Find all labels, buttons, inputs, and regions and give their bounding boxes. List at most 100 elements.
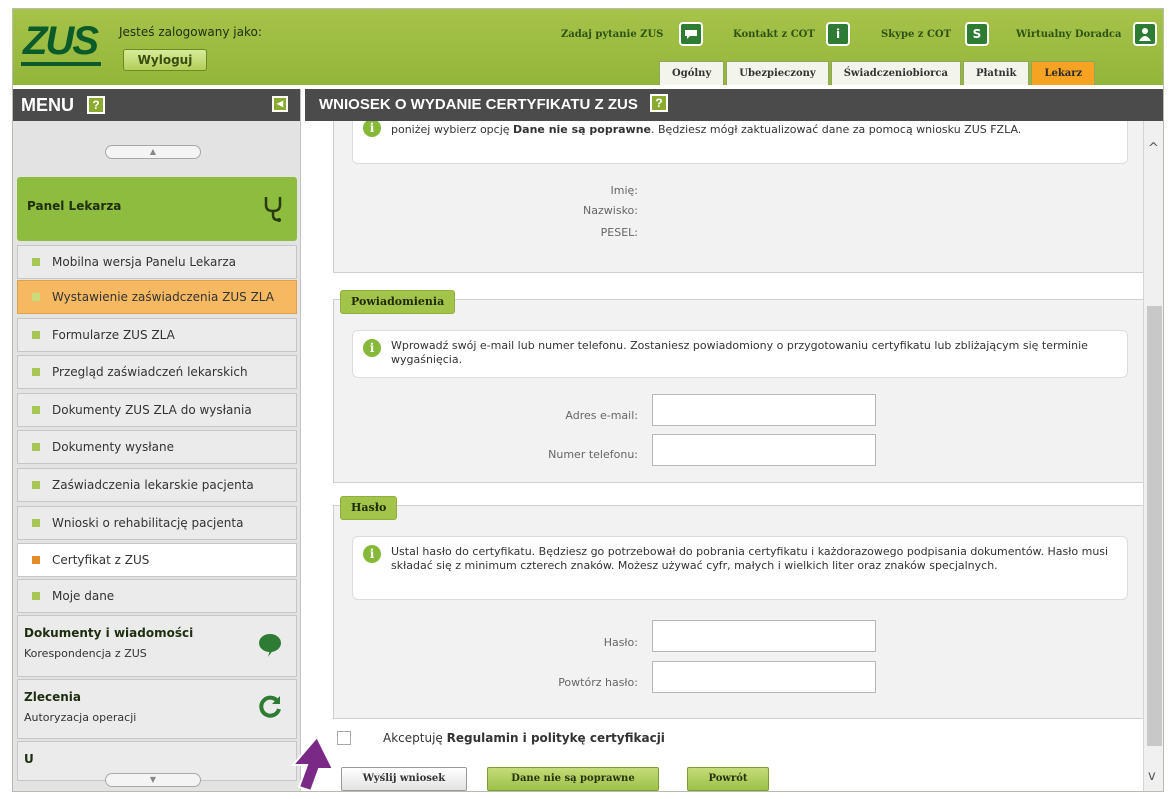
- send-request-button[interactable]: Wyślij wniosek: [341, 767, 467, 791]
- page-help-icon[interactable]: ?: [650, 94, 669, 112]
- first-name-label: Imię:: [610, 184, 639, 197]
- accept-terms-label[interactable]: Akceptuję Regulamin i politykę certyfika…: [383, 731, 665, 745]
- logo-underline: [21, 62, 101, 66]
- bullet-icon: [32, 258, 40, 266]
- back-button[interactable]: Powrót: [687, 767, 769, 791]
- data-not-correct-button[interactable]: Dane nie są poprawne: [487, 767, 659, 791]
- user-icon[interactable]: [1133, 22, 1157, 46]
- panel-title: Panel Lekarza: [27, 199, 122, 213]
- sidebar-item-review-certificates[interactable]: Przegląd zaświadczeń lekarskich: [17, 355, 297, 389]
- tab-platnik[interactable]: Płatnik: [962, 61, 1030, 85]
- bullet-icon: [32, 592, 40, 600]
- sidebar-item-label: Moje dane: [52, 589, 115, 603]
- repeat-password-input[interactable]: [652, 661, 876, 693]
- tab-lekarz[interactable]: Lekarz: [1031, 61, 1096, 85]
- tab-ubezpieczony[interactable]: Ubezpieczony: [726, 61, 829, 85]
- page-title-bar: WNIOSEK O WYDANIE CERTYFIKATU Z ZUS ?: [305, 89, 1163, 121]
- bullet-icon: [32, 481, 40, 489]
- header-bar: ZUS Jesteś zalogowany jako: Wyloguj Zada…: [13, 9, 1163, 85]
- main-content: i poniżej wybierz opcję Dane nie są popr…: [305, 121, 1143, 791]
- info-icon: i: [363, 339, 381, 357]
- section-documents-messages[interactable]: Dokumenty i wiadomości Korespondencja z …: [17, 615, 297, 677]
- info-icon: i: [363, 121, 381, 137]
- sidebar-item-label: Dokumenty ZUS ZLA do wysłania: [52, 403, 252, 417]
- sidebar-item-patient-certificates[interactable]: Zaświadczenia lekarskie pacjenta: [17, 468, 297, 502]
- ask-zus-link[interactable]: Zadaj pytanie ZUS: [561, 29, 663, 40]
- accept-terms-checkbox[interactable]: [337, 731, 351, 745]
- tab-swiadczeniobiorca[interactable]: Świadczeniobiorca: [830, 61, 961, 85]
- contact-cot-link[interactable]: Kontakt z COT: [733, 29, 815, 40]
- password-legend: Hasło: [340, 496, 398, 520]
- sidebar-scroll-down-button[interactable]: ▼: [105, 773, 201, 787]
- email-input[interactable]: [652, 394, 876, 426]
- sidebar: MENU ? ◀ ▲ Panel Lekarza Mobilna wersja …: [13, 89, 301, 791]
- chat-bubble-icon[interactable]: [679, 22, 703, 46]
- sidebar-item-docs-to-send[interactable]: Dokumenty ZUS ZLA do wysłania: [17, 393, 297, 427]
- personal-data-info: i poniżej wybierz opcję Dane nie są popr…: [352, 121, 1128, 164]
- speech-bubble-icon: [258, 632, 282, 664]
- skype-cot-link[interactable]: Skype z COT: [881, 29, 951, 40]
- section-subtitle: Autoryzacja operacji: [24, 711, 137, 724]
- tab-ogolny[interactable]: Ogólny: [659, 61, 725, 85]
- app-window: ZUS Jesteś zalogowany jako: Wyloguj Zada…: [12, 8, 1164, 792]
- sidebar-item-label: Mobilna wersja Panelu Lekarza: [52, 255, 236, 269]
- password-fieldset: Hasło i Ustal hasło do certyfikatu. Będz…: [333, 496, 1143, 719]
- scroll-up-arrow-icon[interactable]: ^: [1148, 141, 1159, 156]
- section-title: Zlecenia: [24, 690, 81, 704]
- sidebar-item-mobile-panel[interactable]: Mobilna wersja Panelu Lekarza: [17, 245, 297, 279]
- last-name-label: Nazwisko:: [583, 204, 638, 217]
- sidebar-item-label: Formularze ZUS ZLA: [52, 328, 175, 342]
- terms-link[interactable]: Regulamin i politykę certyfikacji: [447, 731, 665, 745]
- password-info: i Ustal hasło do certyfikatu. Będziesz g…: [352, 536, 1128, 600]
- stethoscope-icon: [263, 195, 283, 228]
- section-orders[interactable]: Zlecenia Autoryzacja operacji: [17, 679, 297, 739]
- virtual-advisor-link[interactable]: Wirtualny Doradca: [1016, 29, 1122, 40]
- skype-icon[interactable]: S: [965, 22, 989, 46]
- phone-label: Numer telefonu:: [548, 448, 638, 461]
- info-text: . Będziesz mógł zaktualizować dane za po…: [651, 123, 1022, 136]
- logout-button[interactable]: Wyloguj: [123, 49, 207, 71]
- notifications-legend: Powiadomienia: [340, 290, 456, 314]
- section-title: Dokumenty i wiadomości: [24, 626, 194, 640]
- sidebar-item-rehab-requests[interactable]: Wnioski o rehabilitację pacjenta: [17, 506, 297, 540]
- password-label: Hasło:: [603, 636, 638, 649]
- phone-input[interactable]: [652, 434, 876, 466]
- bullet-icon: [32, 406, 40, 414]
- mouse-pointer-icon: [290, 735, 335, 791]
- info-text-bold: Dane nie są poprawne: [513, 123, 652, 136]
- bullet-icon: [32, 443, 40, 451]
- section-subtitle: Korespondencja z ZUS: [24, 647, 147, 660]
- sidebar-item-my-data[interactable]: Moje dane: [17, 579, 297, 613]
- menu-help-icon[interactable]: ?: [87, 96, 106, 114]
- sidebar-scroll-up-button[interactable]: ▲: [105, 145, 201, 159]
- pesel-label: PESEL:: [600, 226, 638, 239]
- info-icon[interactable]: i: [826, 22, 850, 46]
- notifications-fieldset: Powiadomienia i Wprowadź swój e-mail lub…: [333, 290, 1143, 483]
- collapse-menu-icon[interactable]: ◀: [272, 96, 288, 112]
- sidebar-item-label: Przegląd zaświadczeń lekarskich: [52, 365, 248, 379]
- repeat-password-label: Powtórz hasło:: [558, 676, 638, 689]
- info-text: poniżej wybierz opcję: [391, 123, 514, 136]
- sidebar-item-issue-zla[interactable]: Wystawienie zaświadczenia ZUS ZLA: [17, 280, 297, 314]
- password-input[interactable]: [652, 620, 876, 652]
- panel-lekarza-header[interactable]: Panel Lekarza: [17, 177, 297, 241]
- scrollbar-thumb[interactable]: [1147, 306, 1162, 746]
- notifications-info: i Wprowadź swój e-mail lub numer telefon…: [352, 330, 1128, 378]
- sidebar-item-label: Wystawienie zaświadczenia ZUS ZLA: [52, 290, 274, 304]
- bullet-icon: [32, 293, 40, 301]
- zus-logo: ZUS: [23, 19, 99, 63]
- refresh-icon: [258, 694, 282, 724]
- role-tabs: Ogólny Ubezpieczony Świadczeniobiorca Pł…: [657, 61, 1096, 85]
- sidebar-item-zla-forms[interactable]: Formularze ZUS ZLA: [17, 318, 297, 352]
- menu-title: MENU: [21, 95, 74, 115]
- sidebar-item-sent-docs[interactable]: Dokumenty wysłane: [17, 430, 297, 464]
- bullet-icon: [32, 519, 40, 527]
- section-title: U: [24, 752, 34, 766]
- scroll-down-arrow-icon[interactable]: v: [1148, 769, 1156, 784]
- vertical-scrollbar[interactable]: ^ v: [1143, 121, 1163, 791]
- accept-text: Akceptuję: [383, 731, 447, 745]
- bullet-icon: [32, 368, 40, 376]
- sidebar-item-zus-certificate[interactable]: Certyfikat z ZUS: [17, 543, 297, 577]
- info-icon: i: [363, 545, 381, 563]
- bullet-icon: [32, 556, 40, 564]
